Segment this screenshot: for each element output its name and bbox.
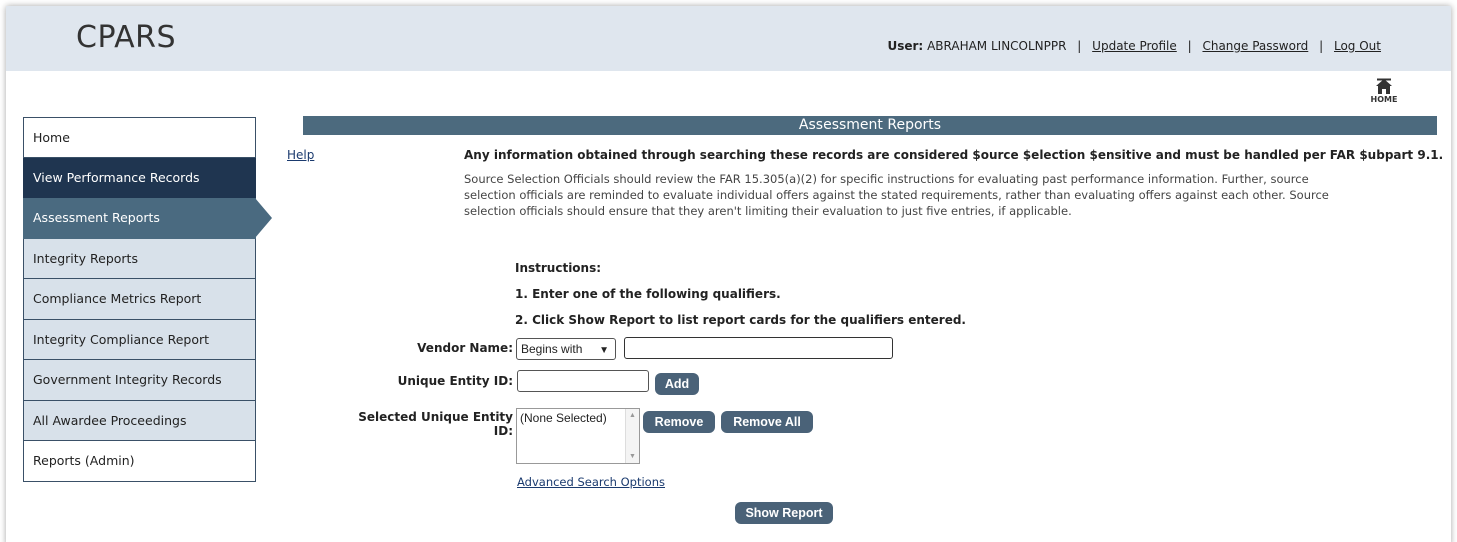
active-arrow xyxy=(255,198,272,238)
log-out-link[interactable]: Log Out xyxy=(1334,39,1381,53)
sidebar-item-label: Integrity Compliance Report xyxy=(33,331,210,347)
sidebar-item-all-awardee-proceedings[interactable]: All Awardee Proceedings xyxy=(23,400,256,441)
sidebar-item-label: Reports (Admin) xyxy=(33,453,135,468)
change-password-link[interactable]: Change Password xyxy=(1202,39,1308,53)
separator: | xyxy=(1187,39,1192,53)
app-window: CPARS User: ABRAHAM LINCOLNPPR | Update … xyxy=(6,6,1451,542)
sidebar-item-assessment-reports[interactable]: Assessment Reports xyxy=(23,198,272,239)
sidebar-item-label: Government Integrity Records xyxy=(33,372,222,387)
intro-text: Source Selection Officials should review… xyxy=(464,172,1329,218)
show-report-button[interactable]: Show Report xyxy=(735,502,833,524)
sidebar-item-label: All Awardee Proceedings xyxy=(33,412,187,428)
chevron-down-icon: ▼ xyxy=(599,345,609,356)
sidebar-item-label: View Performance Records xyxy=(33,169,200,185)
sidebar-item-label: Home xyxy=(33,130,70,145)
unique-entity-id-label: Unique Entity ID: xyxy=(397,374,513,388)
separator: | xyxy=(1319,39,1324,53)
sidebar-item-view-performance-records[interactable]: View Performance Records xyxy=(23,157,256,198)
listbox-placeholder: (None Selected) xyxy=(520,411,607,425)
home-button[interactable]: HOME xyxy=(1364,78,1404,104)
unique-entity-id-input[interactable] xyxy=(517,370,649,392)
header: CPARS User: ABRAHAM LINCOLNPPR | Update … xyxy=(6,6,1451,71)
instructions-title: Instructions: xyxy=(515,261,602,275)
user-label: User: xyxy=(887,39,924,53)
scroll-up-icon[interactable]: ▲ xyxy=(629,412,636,419)
sidebar-item-integrity-compliance-report[interactable]: Integrity Compliance Report xyxy=(23,319,256,360)
home-icon xyxy=(1376,78,1392,94)
app-logo[interactable]: CPARS xyxy=(76,20,176,55)
sidebar-item-label: Integrity Reports xyxy=(33,250,138,266)
section-title: Assessment Reports xyxy=(303,116,1437,135)
instruction-step-2: 2. Click Show Report to list report card… xyxy=(515,313,966,327)
sidebar-item-integrity-reports[interactable]: Integrity Reports xyxy=(23,238,256,279)
listbox-scrollbar[interactable]: ▲ ▼ xyxy=(625,409,639,463)
update-profile-link[interactable]: Update Profile xyxy=(1092,39,1177,53)
remove-button[interactable]: Remove xyxy=(643,411,715,433)
help-link[interactable]: Help xyxy=(287,148,314,162)
remove-all-button[interactable]: Remove All xyxy=(721,411,813,433)
vendor-match-select[interactable]: Begins with ▼ xyxy=(516,338,616,360)
user-name: ABRAHAM LINCOLNPPR xyxy=(927,39,1067,53)
vendor-name-input[interactable] xyxy=(624,337,893,359)
user-bar: User: ABRAHAM LINCOLNPPR | Update Profil… xyxy=(887,39,1381,53)
vendor-match-value: Begins with xyxy=(521,342,583,356)
advanced-search-options-link[interactable]: Advanced Search Options xyxy=(517,475,665,489)
sidebar-item-compliance-metrics-report[interactable]: Compliance Metrics Report xyxy=(23,279,256,320)
sidebar-item-reports-admin[interactable]: Reports (Admin) xyxy=(23,441,256,482)
sidebar-item-home[interactable]: Home xyxy=(23,117,256,158)
selected-unique-entity-id-label: Selected Unique Entity ID: xyxy=(358,410,513,438)
sidebar-nav: Home View Performance Records Assessment… xyxy=(23,117,272,482)
selected-entity-listbox[interactable]: (None Selected) ▲ ▼ xyxy=(516,408,640,464)
sidebar-item-government-integrity-records[interactable]: Government Integrity Records xyxy=(23,360,256,401)
scroll-down-icon[interactable]: ▼ xyxy=(629,453,636,460)
add-button[interactable]: Add xyxy=(655,373,699,395)
vendor-name-label: Vendor Name: xyxy=(417,341,513,355)
sidebar-item-label: Compliance Metrics Report xyxy=(33,291,202,306)
separator: | xyxy=(1077,39,1082,53)
instruction-step-1: 1. Enter one of the following qualifiers… xyxy=(515,287,781,301)
home-label: HOME xyxy=(1370,95,1398,104)
sensitivity-warning: Any information obtained through searchi… xyxy=(464,148,1444,162)
sidebar-item-label: Assessment Reports xyxy=(33,210,160,225)
